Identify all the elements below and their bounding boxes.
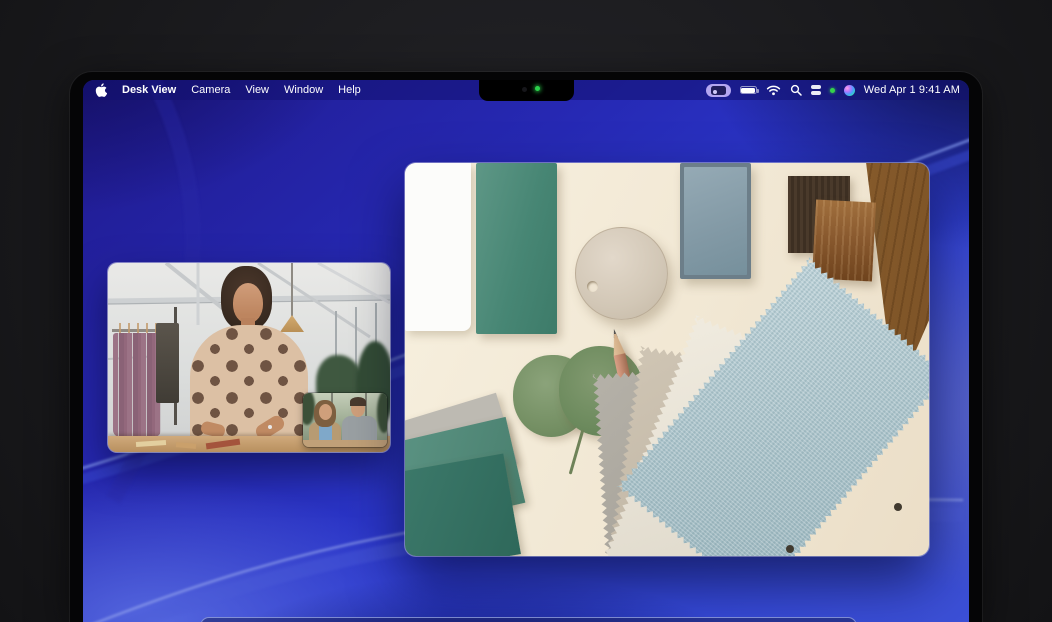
battery-icon[interactable] [740,86,757,94]
menu-app-name[interactable]: Desk View [122,84,176,96]
webcam-lens [522,87,527,92]
menu-bar-clock[interactable]: Wed Apr 1 9:41 AM [864,84,960,96]
status-green-dot [830,88,835,93]
menu-window[interactable]: Window [284,84,323,96]
remote-woman-face [319,404,332,420]
participant-face [233,283,263,323]
dark-teal-tile-sample [405,454,521,556]
hangers [116,323,160,333]
silver-ring [268,425,272,429]
hanging-garments [113,333,161,437]
bottom-window-peek[interactable] [200,617,857,622]
leaf-stem [569,429,585,474]
table-edge [303,440,387,447]
apple-menu-icon[interactable] [95,83,107,97]
coaster-hole [587,281,598,292]
pendant-cord [291,263,293,316]
speaker-box [156,323,179,403]
control-center-icon[interactable] [811,85,821,95]
menu-view[interactable]: View [245,84,269,96]
white-tile-sample [405,163,471,331]
facetime-call-window[interactable] [108,263,390,452]
menu-help[interactable]: Help [338,84,361,96]
continuity-camera-indicator[interactable] [706,84,731,97]
menu-camera[interactable]: Camera [191,84,230,96]
brown-wood-sample [812,199,876,281]
felt-coaster [575,227,668,320]
camera-notch [479,80,574,101]
desk-view-window[interactable] [405,163,929,556]
fabric-snap-button [786,545,794,553]
fabric-snap-button [894,503,902,511]
camera-indicator-light [535,86,540,91]
teal-tile-sample [476,163,557,334]
camera-screen-icon [711,86,726,95]
plant [377,393,387,433]
glass-tile-sample [680,163,751,279]
facetime-pip-thumbnail[interactable] [303,393,387,447]
macbook-screen: Desk View Camera View Window Help [83,80,969,622]
remote-man-hair [350,397,366,406]
macbook-bezel: Desk View Camera View Window Help [70,72,982,622]
spotlight-search-icon[interactable] [790,84,802,96]
wifi-icon[interactable] [766,84,781,96]
siri-icon[interactable] [844,85,855,96]
